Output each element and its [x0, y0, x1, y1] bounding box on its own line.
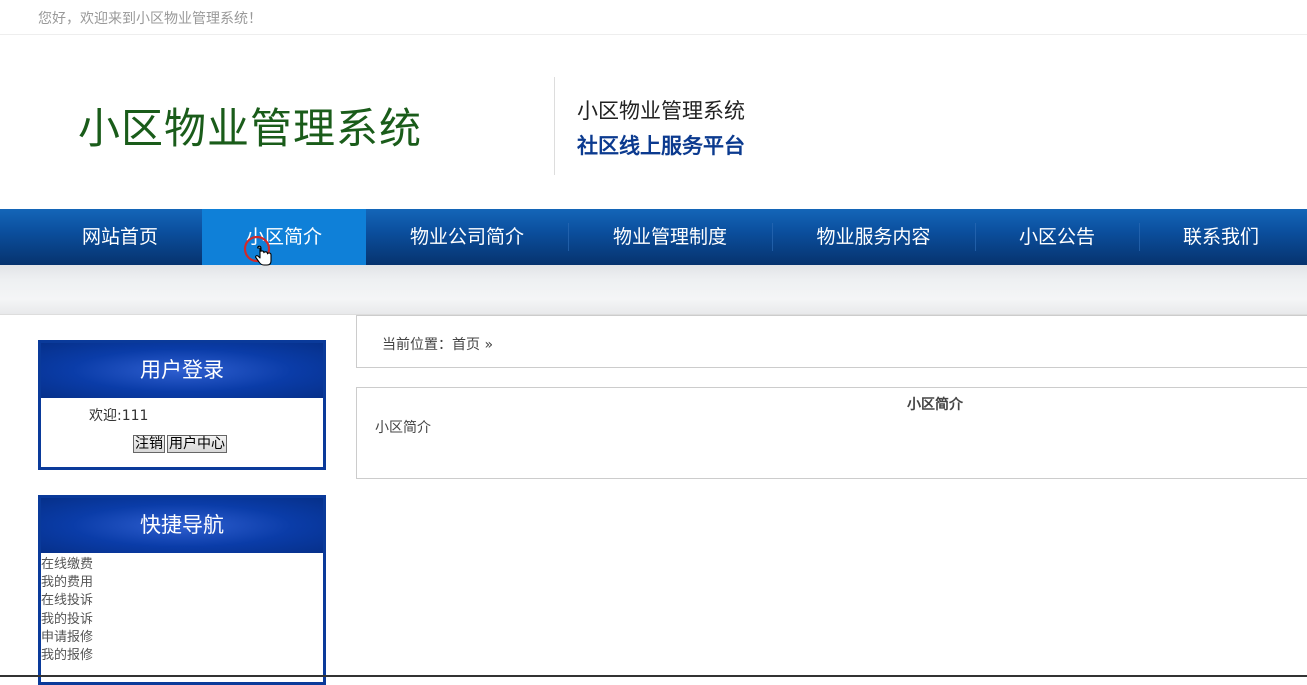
welcome-text: 欢迎:111	[89, 408, 149, 424]
login-panel-title: 用户登录	[41, 343, 323, 398]
quick-nav-panel: 快捷导航 在线缴费 我的费用 在线投诉 我的投诉 申请报修 我的报修	[38, 495, 326, 685]
site-header: 小区物业管理系统 小区物业管理系统 社区线上服务平台	[0, 35, 1307, 209]
quick-nav-item-pay-online[interactable]: 在线缴费	[41, 556, 323, 574]
content-panel: 小区简介 小区简介	[356, 387, 1307, 479]
content-title: 小区简介	[907, 397, 963, 413]
hand-cursor-icon	[243, 236, 272, 266]
logout-button[interactable]: 注销	[133, 435, 165, 453]
breadcrumb: 当前位置：首页 »	[356, 315, 1307, 368]
quick-nav-item-my-complaints[interactable]: 我的投诉	[41, 611, 323, 629]
content-body: 小区简介	[375, 420, 431, 436]
nav-item-contact[interactable]: 联系我们	[1139, 209, 1303, 265]
nav-item-announcements[interactable]: 小区公告	[975, 209, 1139, 265]
login-panel: 用户登录 欢迎:111 注销 用户中心	[38, 340, 326, 470]
nav-item-management-rules[interactable]: 物业管理制度	[568, 209, 772, 265]
quick-nav-list: 在线缴费 我的费用 在线投诉 我的投诉 申请报修 我的报修	[41, 553, 323, 665]
breadcrumb-text[interactable]: 当前位置：首页 »	[382, 334, 493, 354]
quick-nav-item-my-repairs[interactable]: 我的报修	[41, 647, 323, 665]
banner-band	[0, 265, 1307, 315]
nav-item-community-intro[interactable]: 小区简介	[202, 209, 366, 265]
nav-item-services[interactable]: 物业服务内容	[772, 209, 975, 265]
user-center-button[interactable]: 用户中心	[167, 435, 227, 453]
nav-item-company-intro[interactable]: 物业公司简介	[366, 209, 568, 265]
login-actions: 注销 用户中心	[133, 433, 229, 453]
header-divider	[554, 77, 555, 175]
quick-nav-item-complain[interactable]: 在线投诉	[41, 592, 323, 610]
nav-item-home[interactable]: 网站首页	[38, 209, 202, 265]
header-subtitle: 小区物业管理系统	[577, 99, 745, 123]
quick-nav-item-my-fees[interactable]: 我的费用	[41, 574, 323, 592]
top-bar: 您好，欢迎来到小区物业管理系统！	[0, 0, 1307, 35]
quick-nav-item-request-repair[interactable]: 申请报修	[41, 629, 323, 647]
quick-nav-title: 快捷导航	[41, 498, 323, 553]
site-logo[interactable]: 小区物业管理系统	[78, 95, 422, 156]
main-nav: 网站首页 小区简介 物业公司简介 物业管理制度 物业服务内容 小区公告 联系我们	[0, 209, 1307, 265]
greeting-text: 您好，欢迎来到小区物业管理系统！	[38, 11, 262, 27]
header-slogan: 社区线上服务平台	[577, 134, 745, 158]
